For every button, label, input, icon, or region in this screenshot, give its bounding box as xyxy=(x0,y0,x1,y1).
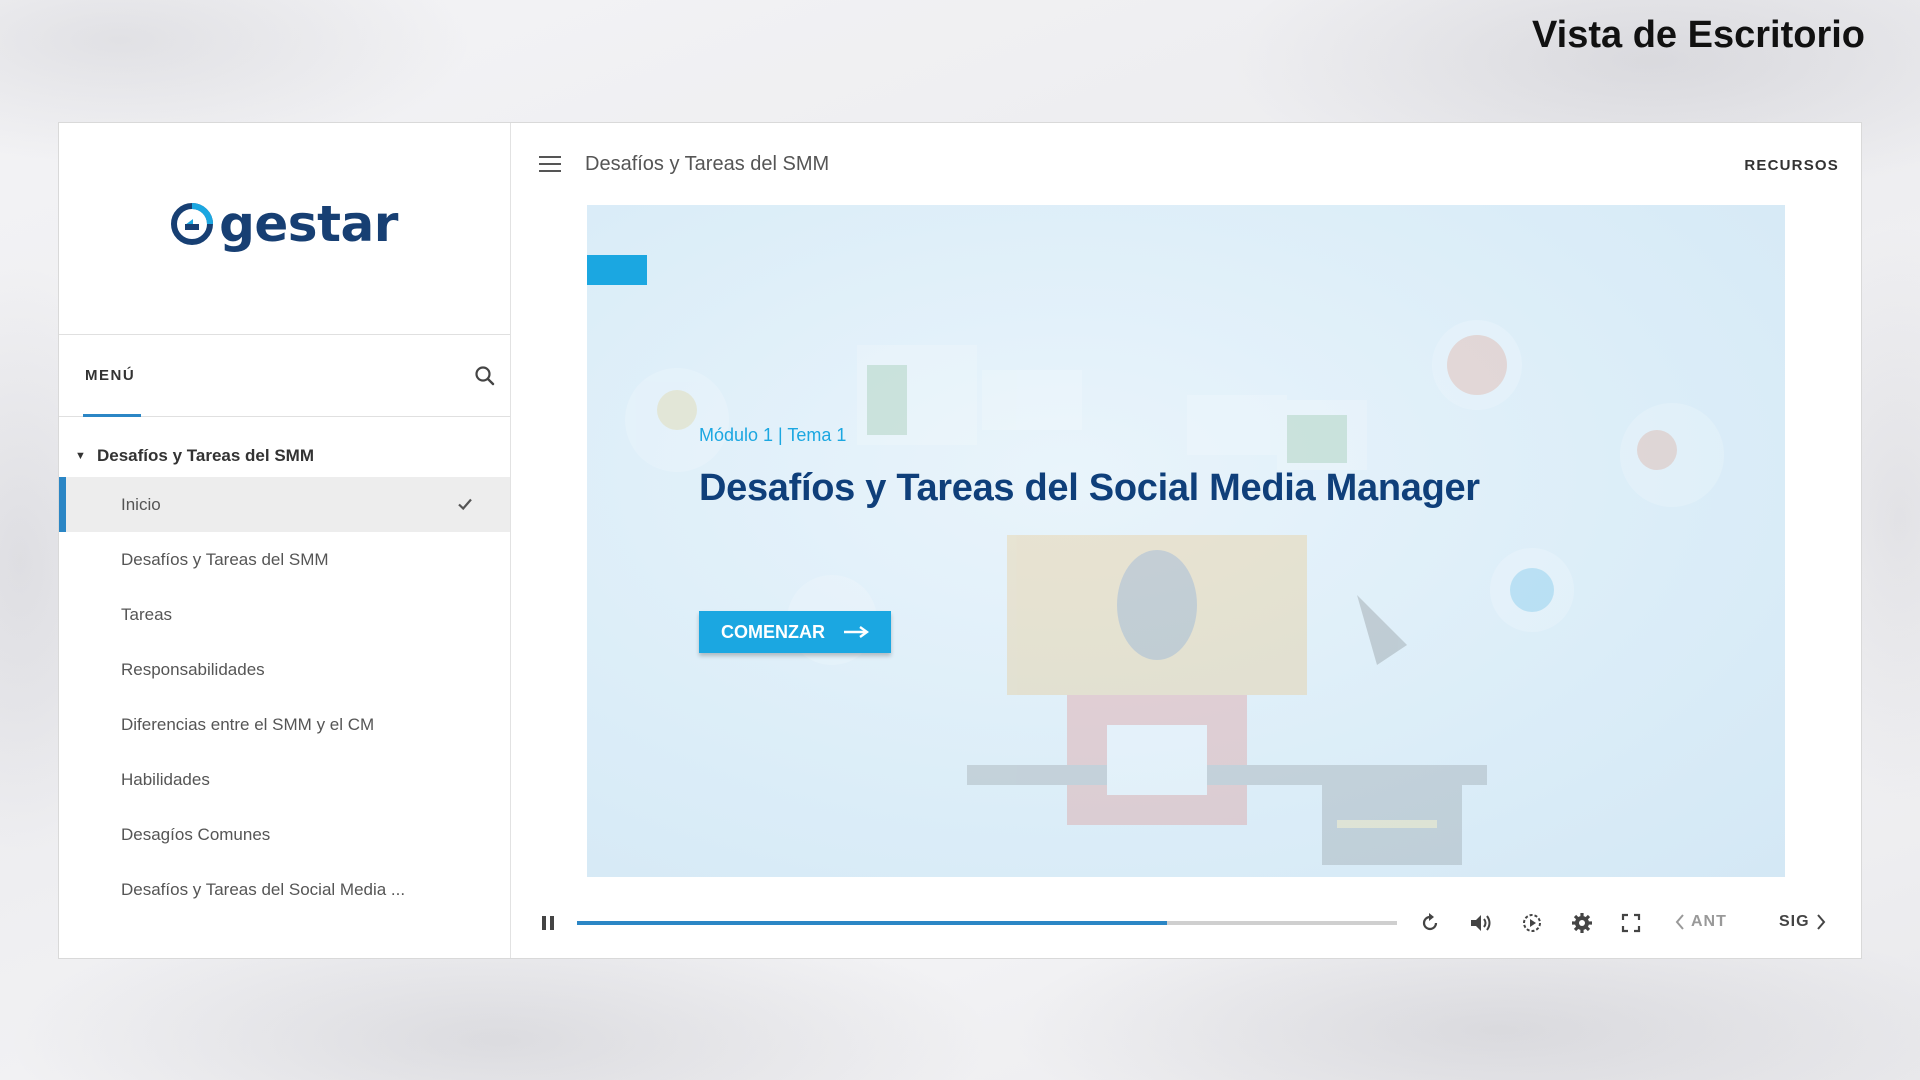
replay-icon[interactable] xyxy=(1419,912,1441,934)
sidebar-item-label: Desafíos y Tareas del SMM xyxy=(121,549,329,569)
volume-icon[interactable] xyxy=(1469,912,1493,934)
chevron-right-icon xyxy=(1816,914,1825,930)
course-player-window: gestar MENÚ ▼ Desafíos y Tareas del SMM … xyxy=(58,122,1862,959)
fullscreen-icon[interactable] xyxy=(1621,913,1641,933)
sidebar-item-desafios[interactable]: Desafíos y Tareas del SMM xyxy=(59,532,510,587)
start-button-label: COMENZAR xyxy=(721,621,825,642)
slide-subtitle: Módulo 1 | Tema 1 xyxy=(699,425,847,445)
menu-tab[interactable]: MENÚ xyxy=(85,367,135,384)
sidebar-item-desagios[interactable]: Desagíos Comunes xyxy=(59,807,510,862)
gestar-logo-icon xyxy=(171,202,214,245)
sidebar-item-label: Inicio xyxy=(121,494,161,514)
sidebar-item-responsabilidades[interactable]: Responsabilidades xyxy=(59,642,510,697)
sidebar-item-label: Responsabilidades xyxy=(121,659,265,679)
resources-button[interactable]: RECURSOS xyxy=(1744,157,1839,174)
nav-section-header[interactable]: ▼ Desafíos y Tareas del SMM xyxy=(59,435,510,477)
slide-canvas: Módulo 1 | Tema 1 Desafíos y Tareas del … xyxy=(587,205,1785,877)
hamburger-menu-icon[interactable] xyxy=(539,156,561,172)
start-button[interactable]: COMENZAR xyxy=(699,611,891,653)
logo-area: gestar xyxy=(59,123,510,335)
brand-name: gestar xyxy=(219,194,398,253)
chevron-left-icon xyxy=(1675,914,1684,930)
player-controls: ANT SIG xyxy=(511,903,1861,943)
sidebar-item-label: Tareas xyxy=(121,604,173,624)
caret-down-icon: ▼ xyxy=(75,450,86,462)
slide-title: Desafíos y Tareas del Social Media Manag… xyxy=(699,467,1480,509)
sidebar-item-diferencias[interactable]: Diferencias entre el SMM y el CM xyxy=(59,697,510,752)
sidebar-item-habilidades[interactable]: Habilidades xyxy=(59,752,510,807)
top-bar: Desafíos y Tareas del SMM RECURSOS xyxy=(511,123,1861,205)
sidebar: gestar MENÚ ▼ Desafíos y Tareas del SMM … xyxy=(59,123,511,958)
slide-accent-tag xyxy=(587,255,647,285)
slide-background-illustration xyxy=(625,320,1724,865)
page-caption: Vista de Escritorio xyxy=(1532,14,1865,56)
sidebar-item-inicio[interactable]: Inicio xyxy=(59,477,510,532)
search-icon[interactable] xyxy=(472,363,498,389)
sidebar-item-label: Habilidades xyxy=(121,769,210,789)
next-label: SIG xyxy=(1779,913,1810,930)
menu-tab-indicator xyxy=(83,414,141,417)
previous-button[interactable]: ANT xyxy=(1675,913,1727,931)
settings-icon[interactable] xyxy=(1571,912,1593,934)
next-button[interactable]: SIG xyxy=(1779,913,1826,931)
progress-bar[interactable] xyxy=(577,921,1397,925)
arrow-right-icon xyxy=(844,626,869,638)
sidebar-item-social-media[interactable]: Desafíos y Tareas del Social Media ... xyxy=(59,862,510,917)
checkmark-icon xyxy=(458,498,472,511)
sidebar-item-label: Desafíos y Tareas del Social Media ... xyxy=(121,879,406,899)
progress-fill xyxy=(577,921,1168,925)
course-title: Desafíos y Tareas del SMM xyxy=(585,152,830,175)
sidebar-item-label: Diferencias entre el SMM y el CM xyxy=(121,714,375,734)
sidebar-item-label: Desagíos Comunes xyxy=(121,824,271,844)
previous-label: ANT xyxy=(1691,913,1727,930)
sidebar-item-tareas[interactable]: Tareas xyxy=(59,587,510,642)
lesson-nav: ▼ Desafíos y Tareas del SMM Inicio Desaf… xyxy=(59,417,510,958)
gestar-logo: gestar xyxy=(171,195,398,253)
menu-header: MENÚ xyxy=(59,335,510,417)
nav-section-title: Desafíos y Tareas del SMM xyxy=(97,446,314,465)
pause-icon[interactable] xyxy=(539,914,557,932)
main-content: Desafíos y Tareas del SMM RECURSOS Módul… xyxy=(511,123,1861,958)
playback-speed-icon[interactable] xyxy=(1521,912,1543,934)
